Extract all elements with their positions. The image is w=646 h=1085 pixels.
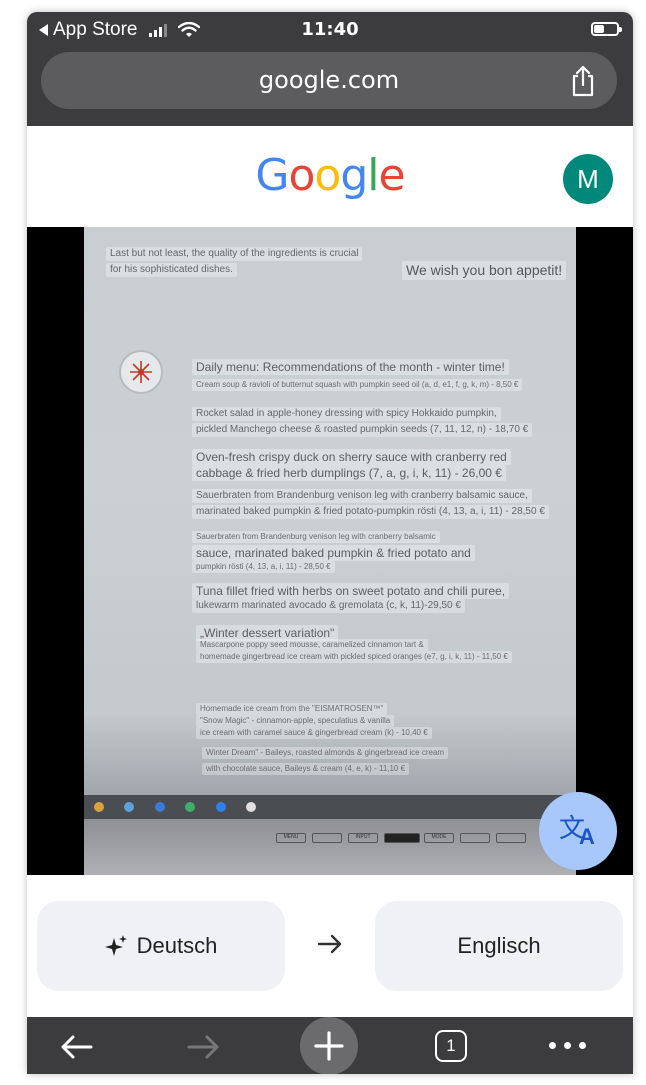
bezel-button: MENU [276,833,306,843]
taskbar-app-icon [246,802,257,812]
bottom-toolbar: 1 [27,1017,633,1074]
more-menu-icon[interactable] [549,1042,586,1049]
monitor-taskbar [84,795,576,819]
back-arrow-icon[interactable] [55,1025,99,1069]
arrow-right-icon[interactable] [315,929,345,959]
overlay-text[interactable]: We wish you bon appetit! [402,261,567,280]
translate-button[interactable]: 文 A [539,792,617,870]
overlay-text[interactable]: Sauerbraten from Brandenburg venison leg… [192,531,440,543]
logo-letter: g [340,150,368,201]
overlay-text[interactable]: Mascarpone poppy seed mousse, caramelize… [196,639,428,651]
bezel-button: INPUT [348,833,378,843]
logo-letter: l [367,150,379,201]
taskbar-app-icon [185,802,196,812]
overlay-text[interactable]: Rocket salad in apple-honey dressing wit… [192,407,501,421]
overlay-text[interactable]: with chocolate sauce, Baileys & cream (4… [202,763,410,775]
monitor-bezel: MENU INPUT MODE [84,819,576,875]
address-bar[interactable]: google.com [41,52,617,109]
overlay-text[interactable]: Sauerbraten from Brandenburg venison leg… [192,489,532,503]
logo-letter: o [314,150,341,201]
overlay-text[interactable]: Tuna fillet fried with herbs on sweet po… [192,583,510,600]
language-bar: Deutsch Englisch [27,875,633,1017]
browser-window: App Store 11:40 google.com Google M Last… [27,12,633,1074]
overlay-text[interactable]: Winter Dream" - Baileys, roasted almonds… [202,747,449,759]
target-language-button[interactable]: Englisch [375,901,623,991]
overlay-text[interactable]: pumpkin rösti (4, 13, a, i, 11) - 28,50 … [192,561,335,573]
overlay-text[interactable]: Cream soup & ravioli of butternut squash… [192,379,523,391]
logo-letter: o [288,150,316,201]
target-language-label: Englisch [457,933,541,958]
new-tab-button[interactable] [300,1017,358,1074]
bezel-button [312,833,342,843]
source-language-label: Deutsch [136,933,218,958]
overlay-text[interactable]: Daily menu: Recommendations of the month… [192,359,509,376]
tab-switcher-button[interactable]: 1 [435,1030,467,1062]
forward-arrow-icon[interactable] [181,1025,225,1069]
taskbar-app-icon [154,802,165,812]
source-language-button[interactable]: Deutsch [37,901,285,991]
url-text: google.com [258,66,400,94]
google-logo[interactable]: Google [27,150,633,201]
taskbar-app-icon [94,802,104,812]
overlay-text[interactable]: lukewarm marinated avocado & gremolata (… [192,599,465,613]
account-avatar[interactable]: M [563,154,613,204]
bezel-button: MODE [424,833,454,843]
overlay-text[interactable]: sauce, marinated baked pumpkin & fried p… [192,545,475,562]
bezel-button [460,833,490,843]
google-header: Google M [27,126,633,228]
battery-icon [591,22,622,36]
overlay-text[interactable]: Last but not least, the quality of the i… [106,247,363,261]
taskbar-app-icon [215,802,226,812]
camera-view: Last but not least, the quality of the i… [27,227,633,875]
bezel-button [384,833,420,843]
status-bar: App Store 11:40 [27,12,633,48]
logo-letter: G [255,150,289,201]
sparkle-icon [104,935,127,956]
overlay-text[interactable]: pickled Manchego cheese & roasted pumpki… [192,423,533,437]
overlay-text[interactable]: homemade gingerbread ice cream with pick… [196,651,512,663]
overlay-text[interactable]: for his sophisticated dishes. [106,263,237,277]
captured-menu-image: Last but not least, the quality of the i… [84,227,576,875]
overlay-text[interactable]: cabbage & fried herb dumplings (7, a, g,… [192,465,506,482]
plus-icon [314,1031,344,1061]
share-icon[interactable] [569,65,597,97]
overlay-text[interactable]: Oven-fresh crispy duck on sherry sauce w… [192,449,511,466]
battery-level [594,25,604,33]
status-time: 11:40 [301,19,359,40]
translate-icon-letter: A [579,824,595,849]
overlay-text[interactable]: ice cream with caramel sauce & gingerbre… [196,727,432,739]
overlay-text[interactable]: Homemade ice cream from the "EISMATROSEN… [196,703,388,715]
taskbar-app-icon [124,802,135,812]
bezel-button [496,833,526,843]
overlay-text[interactable]: "Snow Magic" - cinnamon-apple, speculati… [196,715,395,727]
restaurant-logo-icon [119,350,163,394]
overlay-text[interactable]: marinated baked pumpkin & fried potato-p… [192,505,549,519]
logo-letter: e [378,150,406,201]
